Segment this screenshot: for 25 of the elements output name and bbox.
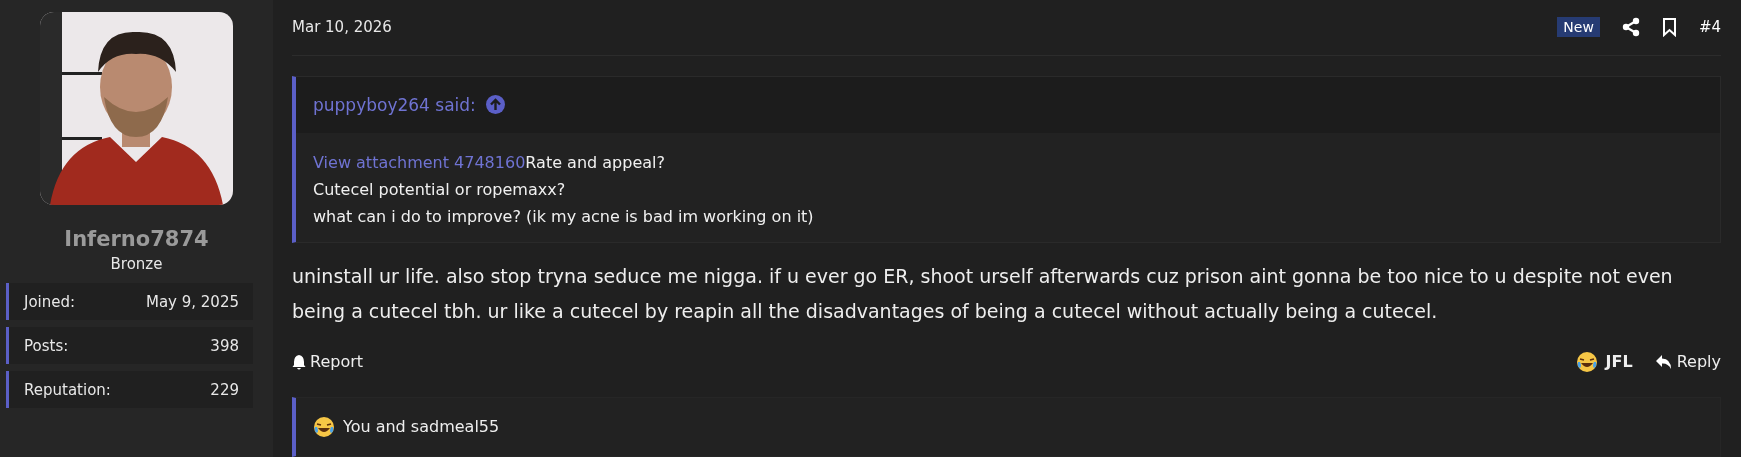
share-icon[interactable] (1621, 17, 1640, 38)
new-badge: New (1557, 17, 1600, 38)
quote-text: View attachment 4748160Rate and appeal? Cutecel potential or ropemaxx? what can i do to improve? (ik my acne is bad im working on it) (313, 151, 815, 228)
quote-author-link[interactable]: puppyboy264 said: (313, 94, 476, 115)
stat-label: Reputation: (24, 380, 111, 399)
post-number[interactable]: #4 (1698, 18, 1721, 37)
laughing-emoji-icon (313, 415, 335, 438)
user-rank: Bronze (110, 255, 163, 273)
reactions-summary[interactable]: You and sadmeal55 (343, 417, 500, 437)
stat-value: 229 (210, 380, 239, 399)
bell-icon (292, 353, 306, 370)
stat-value: May 9, 2025 (145, 292, 239, 311)
laughing-emoji-icon (1575, 350, 1598, 373)
post-date[interactable]: Mar 10, 2026 (292, 18, 392, 37)
username[interactable]: Inferno7874 (64, 227, 209, 251)
reaction-button[interactable]: JFL (1575, 350, 1633, 373)
stat-value: 398 (210, 336, 239, 355)
reply-arrow-icon (1654, 353, 1673, 370)
message-text: uninstall ur life. also stop tryna seduce me nigga. if u ever go ER, shoot urself afterwards cuz prison aint gonna be too nice to u despite not even being a cutecel tbh. ur like a cutecel by reapin all the disadvantages of being a cutecel without actually being a cutecel. (292, 263, 1674, 324)
report-button[interactable]: Report (292, 352, 364, 372)
bookmark-icon[interactable] (1661, 17, 1677, 38)
stat-label: Joined: (24, 292, 76, 311)
reply-button[interactable]: Reply (1654, 352, 1721, 372)
attachment-link[interactable]: View attachment 4748160 (313, 152, 526, 172)
stat-label: Posts: (24, 336, 69, 355)
